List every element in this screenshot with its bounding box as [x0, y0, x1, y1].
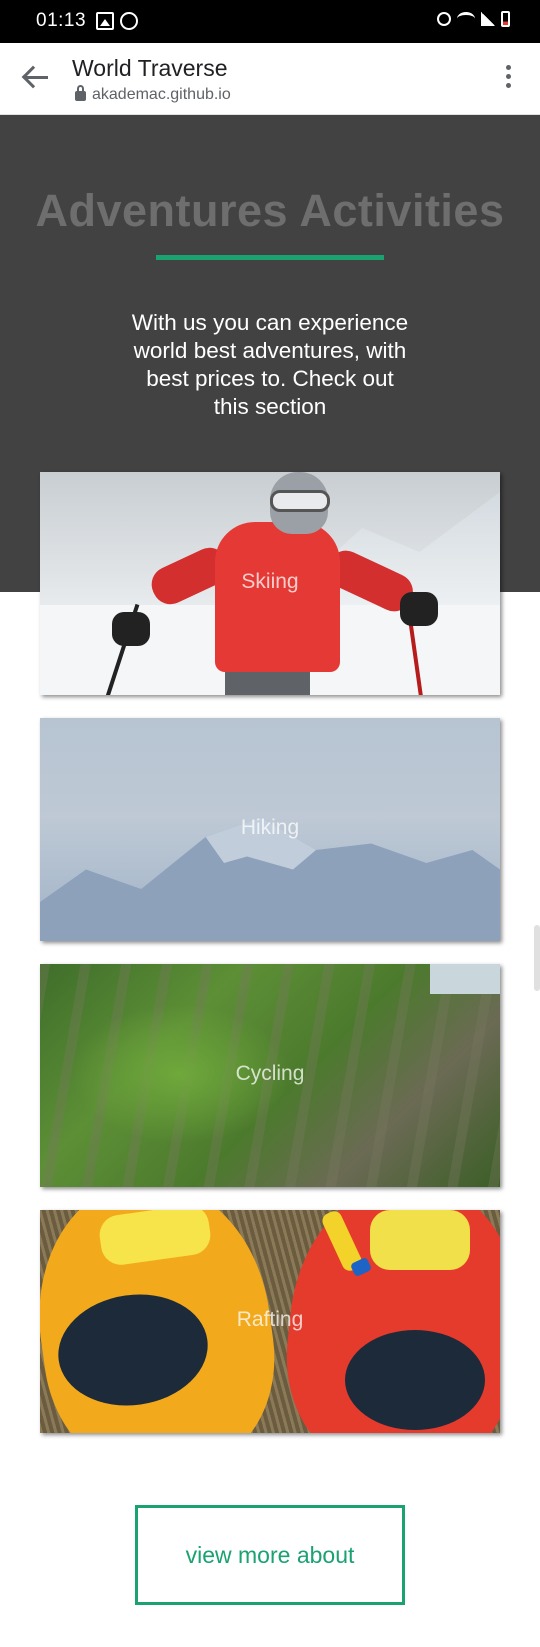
activity-label: Skiing: [241, 570, 299, 593]
section-heading: Adventures Activities: [35, 185, 505, 236]
activity-card-cycling[interactable]: Cycling: [40, 964, 500, 1187]
activity-label: Cycling: [235, 1062, 305, 1085]
battery-icon: [501, 11, 510, 27]
heading-underline: [156, 255, 384, 260]
browser-toolbar: World Traverse akademac.github.io: [0, 43, 540, 115]
skier-glove: [400, 592, 438, 626]
skier-goggles: [270, 490, 330, 512]
kayak-deck: [370, 1210, 470, 1270]
scrollbar-thumb[interactable]: [534, 925, 540, 991]
sky-corner: [430, 964, 500, 994]
messenger-icon: [120, 12, 138, 30]
status-icons: [437, 11, 510, 27]
skier-jacket: [215, 522, 340, 672]
lock-icon: [75, 85, 86, 101]
activity-label: Hiking: [240, 816, 300, 839]
signal-icon: [481, 12, 495, 26]
activity-label: Rafting: [236, 1308, 304, 1331]
wifi-icon: [457, 12, 475, 26]
activity-card-rafting[interactable]: Rafting: [40, 1210, 500, 1433]
activity-card-hiking[interactable]: Hiking: [40, 718, 500, 941]
image-icon: [96, 12, 114, 30]
skier-glove: [112, 612, 150, 646]
alarm-icon: [437, 12, 451, 26]
kayak-cockpit: [345, 1330, 485, 1430]
back-arrow-icon[interactable]: [22, 65, 50, 91]
page-url[interactable]: akademac.github.io: [92, 86, 231, 104]
section-description: With us you can experience world best ad…: [131, 310, 409, 419]
activity-card-skiing[interactable]: Skiing: [40, 472, 500, 695]
page-title: World Traverse: [72, 55, 228, 81]
status-time: 01:13: [36, 10, 87, 31]
view-more-button[interactable]: view more about: [135, 1505, 405, 1605]
more-vert-icon[interactable]: [506, 65, 512, 91]
status-bar: 01:13: [0, 0, 540, 43]
